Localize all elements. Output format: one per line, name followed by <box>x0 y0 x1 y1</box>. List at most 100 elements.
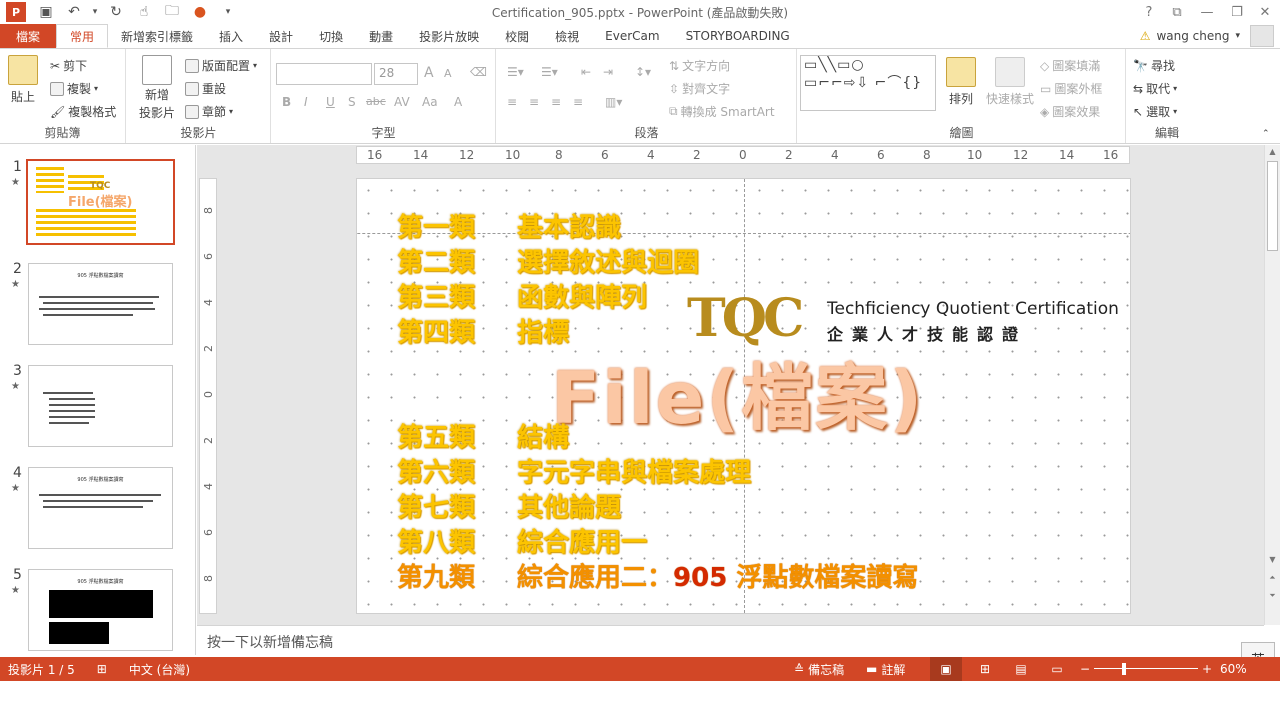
category-line-current[interactable]: 第九類 綜合應用二：905 浮點數檔案讀寫 <box>397 557 918 594</box>
close-icon[interactable]: ✕ <box>1250 0 1280 24</box>
help-button[interactable]: ? <box>1134 0 1164 24</box>
ribbon-display-icon[interactable]: ⧉ <box>1162 0 1192 24</box>
copy-button[interactable]: 複製 ▾ <box>50 80 98 97</box>
thumbnail-4[interactable]: 4 ★ 905 浮點數檔案讀寫 <box>0 465 196 551</box>
font-name-field[interactable] <box>276 63 372 85</box>
touch-mode-icon[interactable]: ☝ <box>130 0 158 24</box>
category-line[interactable]: 第八類 綜合應用一 <box>397 522 647 559</box>
underline-button[interactable]: U <box>326 95 335 109</box>
font-size-field[interactable]: 28 <box>374 63 418 85</box>
category-line[interactable]: 第六類 字元字串與檔案處理 <box>397 452 751 489</box>
scroll-up-icon[interactable]: ▲ <box>1267 147 1278 159</box>
cut-button[interactable]: ✂ 剪下 <box>50 57 87 74</box>
notes-pane[interactable]: 按一下以新增備忘稿 <box>197 625 1264 657</box>
tab-evercam[interactable]: EverCam <box>592 24 672 48</box>
tab-transitions[interactable]: 切換 <box>306 24 356 48</box>
thumbnail-3[interactable]: 3 ★ <box>0 363 196 449</box>
tab-review[interactable]: 校閱 <box>492 24 542 48</box>
slide-title[interactable]: File(檔案) <box>551 339 924 444</box>
align-right-icon[interactable]: ≡ <box>551 95 561 109</box>
scroll-down-icon[interactable]: ▼ <box>1267 555 1278 567</box>
next-slide-icon[interactable]: ⏷ <box>1267 591 1278 603</box>
zoom-thumb[interactable] <box>1122 663 1126 675</box>
bullets-icon[interactable]: ☰▾ <box>507 65 524 79</box>
category-line[interactable]: 第二類 選擇敘述與迴圈 <box>397 242 699 279</box>
thumbnail-preview[interactable]: 905 浮點數檔案讀寫 <box>28 263 173 345</box>
tab-slideshow[interactable]: 投影片放映 <box>406 24 492 48</box>
redo-icon[interactable]: ↻ <box>102 0 130 24</box>
category-line[interactable]: 第五類 結構 <box>397 417 569 454</box>
text-direction-button[interactable]: ⇅ 文字方向 <box>669 57 730 74</box>
comments-toggle[interactable]: ▬ 註解 <box>866 657 905 681</box>
align-left-icon[interactable]: ≡ <box>507 95 517 109</box>
tab-design[interactable]: 設計 <box>256 24 306 48</box>
zoom-slider[interactable] <box>1094 657 1198 681</box>
shapes-gallery[interactable]: ▭╲╲▭○ ▭⌐⌐⇨⇩ ⌐⌒{} <box>800 55 936 111</box>
find-button[interactable]: 🔭 尋找 <box>1133 57 1175 74</box>
thumbnail-preview[interactable]: 905 浮點數檔案讀寫 <box>28 569 173 651</box>
shape-fill-button[interactable]: ◇ 圖案填滿 <box>1040 57 1100 74</box>
line-spacing-icon[interactable]: ↕▾ <box>635 65 651 79</box>
paste-button[interactable]: 貼上 <box>8 55 38 105</box>
category-line[interactable]: 第一類 基本認識 <box>397 207 621 244</box>
normal-view-icon[interactable]: ▣ <box>930 657 962 681</box>
thumbnail-1[interactable]: 1 ★ TQC File(檔案) <box>0 159 196 245</box>
shape-outline-button[interactable]: ▭ 圖案外框 <box>1040 80 1102 97</box>
record-icon[interactable]: ● <box>186 0 214 24</box>
language-indicator[interactable]: 中文 (台灣) <box>129 661 190 678</box>
justify-icon[interactable]: ≡ <box>573 95 583 109</box>
section-button[interactable]: 章節 ▾ <box>185 103 233 120</box>
slide-canvas[interactable]: 第一類 基本認識 第二類 選擇敘述與迴圈 第三類 函數與陣列 第四類 指標 TQC Te… <box>356 178 1131 614</box>
category-line[interactable]: 第三類 函數與陣列 <box>397 277 647 314</box>
category-line[interactable]: 第七類 其他論題 <box>397 487 621 524</box>
zoom-out-icon[interactable]: − <box>1080 657 1090 681</box>
tab-view[interactable]: 檢視 <box>542 24 592 48</box>
reset-button[interactable]: 重設 <box>185 80 226 97</box>
reading-view-icon[interactable]: ▤ <box>1008 657 1034 681</box>
thumbnail-5[interactable]: 5 ★ 905 浮點數檔案讀寫 <box>0 567 196 653</box>
bold-button[interactable]: B <box>282 95 291 109</box>
user-account[interactable]: ⚠ wang cheng ▾ <box>1140 24 1240 48</box>
scroll-thumb[interactable] <box>1267 161 1278 251</box>
change-case-button[interactable]: Aa <box>422 95 438 109</box>
align-center-icon[interactable]: ≡ <box>529 95 539 109</box>
layout-button[interactable]: 版面配置 ▾ <box>185 57 257 74</box>
replace-button[interactable]: ⇆ 取代 ▾ <box>1133 80 1177 97</box>
thumbnail-preview[interactable]: TQC File(檔案) <box>26 159 175 245</box>
zoom-in-icon[interactable]: + <box>1202 657 1212 681</box>
grow-font-button[interactable]: A <box>424 65 434 81</box>
strikethrough-button[interactable]: abc <box>366 95 386 108</box>
spellcheck-icon[interactable]: ⊞ <box>97 662 107 676</box>
vertical-scrollbar[interactable]: ▲ ▼ ⏶ ⏷ <box>1264 145 1280 625</box>
minimize-icon[interactable]: — <box>1192 0 1222 24</box>
category-line[interactable]: 第四類 指標 <box>397 312 569 349</box>
restore-icon[interactable]: ❐ <box>1222 0 1252 24</box>
shadow-button[interactable]: S <box>348 95 356 109</box>
tab-home[interactable]: 常用 <box>56 24 109 48</box>
quick-styles-button[interactable]: 快速樣式 <box>986 57 1034 107</box>
clear-format-icon[interactable]: ⌫ <box>470 65 487 79</box>
slide-sorter-icon[interactable]: ⊞ <box>972 657 998 681</box>
undo-icon[interactable]: ↶ <box>60 0 88 24</box>
avatar[interactable] <box>1250 25 1274 47</box>
open-folder-icon[interactable]: 🗀 <box>158 0 186 24</box>
slideshow-icon[interactable]: ▭ <box>1044 657 1070 681</box>
columns-icon[interactable]: ▥▾ <box>605 95 622 109</box>
zoom-level[interactable]: 60% <box>1220 657 1247 681</box>
customize-toolbar-icon[interactable]: ▾ <box>214 0 242 24</box>
chevron-down-icon[interactable]: ▾ <box>88 0 102 24</box>
collapse-ribbon-icon[interactable]: ⌃ <box>1262 129 1270 139</box>
font-color-icon[interactable]: A <box>454 95 462 109</box>
save-icon[interactable]: ▣ <box>32 0 60 24</box>
previous-slide-icon[interactable]: ⏶ <box>1267 573 1278 585</box>
thumbnail-2[interactable]: 2 ★ 905 浮點數檔案讀寫 <box>0 261 196 347</box>
char-spacing-button[interactable]: AV <box>394 95 410 109</box>
tab-file[interactable]: 檔案 <box>0 24 56 48</box>
shrink-font-button[interactable]: A <box>444 67 452 80</box>
tab-animations[interactable]: 動畫 <box>356 24 406 48</box>
arrange-button[interactable]: 排列 <box>946 57 976 107</box>
increase-indent-icon[interactable]: ⇥ <box>603 65 613 79</box>
shape-effects-button[interactable]: ◈ 圖案效果 <box>1040 103 1100 120</box>
thumbnail-preview[interactable] <box>28 365 173 447</box>
format-painter-button[interactable]: 🖌 複製格式 <box>50 103 116 120</box>
